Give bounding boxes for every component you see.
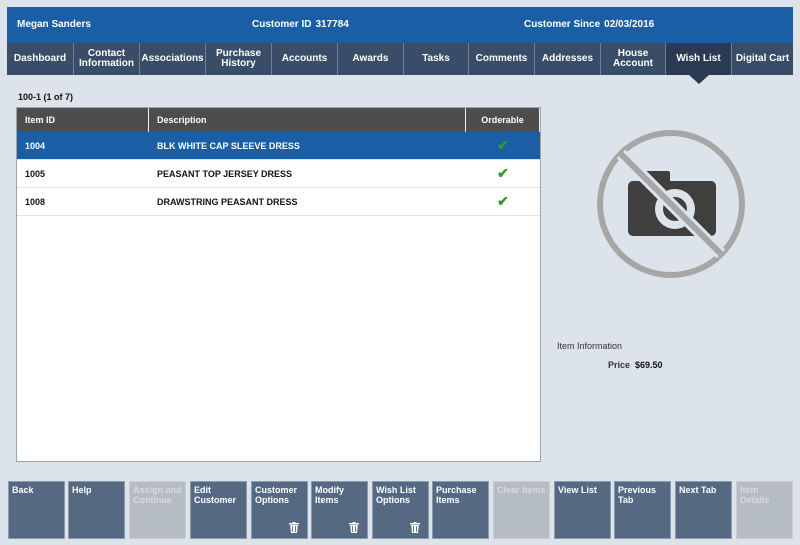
customer-id-label: Customer ID <box>252 19 312 30</box>
customer-id-value: 317784 <box>315 19 349 30</box>
tab-house-account[interactable]: House Account <box>601 43 666 75</box>
table-row[interactable]: 1005 PEASANT TOP JERSEY DRESS ✔ <box>17 160 540 188</box>
next-tab-button[interactable]: Next Tab <box>675 481 732 539</box>
clear-items-button: Clear Items <box>493 481 550 539</box>
wish-list-options-button[interactable]: Wish List Options <box>372 481 429 539</box>
help-button-label: Help <box>72 485 92 495</box>
button-bar: Back Help Assign and Continue Edit Custo… <box>0 475 800 545</box>
view-list-label: View List <box>558 485 597 495</box>
tab-bar: Dashboard Contact Information Associatio… <box>7 43 793 84</box>
trash-icon <box>289 522 299 533</box>
tab-associations[interactable]: Associations <box>140 43 206 75</box>
description-cell: DRAWSTRING PEASANT DRESS <box>157 196 298 207</box>
clear-items-label: Clear Items <box>497 485 546 495</box>
column-header-item-id: Item ID <box>17 108 149 132</box>
trash-icon <box>349 522 359 533</box>
tab-wish-list[interactable]: Wish List <box>666 43 732 84</box>
price-value: $69.50 <box>635 360 663 370</box>
description-cell: PEASANT TOP JERSEY DRESS <box>157 168 293 179</box>
next-tab-label: Next Tab <box>679 485 717 495</box>
item-id-cell: 1008 <box>25 196 46 207</box>
customer-header: Megan Sanders Customer ID 317784 Customer… <box>7 7 793 43</box>
check-icon: ✔ <box>497 165 509 181</box>
modify-items-button[interactable]: Modify Items <box>311 481 368 539</box>
customer-since: Customer Since 02/03/2016 <box>524 19 654 30</box>
price-label: Price <box>608 360 631 370</box>
table-header: Item ID Description Orderable <box>17 108 540 132</box>
purchase-items-button[interactable]: Purchase Items <box>432 481 489 539</box>
tab-addresses[interactable]: Addresses <box>535 43 601 75</box>
item-details-button: Item Details <box>736 481 793 539</box>
wish-list-table: Item ID Description Orderable 1004 BLK W… <box>16 107 541 462</box>
customer-id: Customer ID 317784 <box>252 19 349 30</box>
column-header-description: Description <box>149 108 466 132</box>
item-details-label: Item Details <box>740 485 770 505</box>
purchase-items-label: Purchase Items <box>436 485 477 505</box>
tab-purchase-history[interactable]: Purchase History <box>206 43 272 75</box>
view-list-button[interactable]: View List <box>554 481 611 539</box>
check-icon: ✔ <box>497 137 509 153</box>
item-information-title: Item Information <box>557 341 623 351</box>
table-row[interactable]: 1004 BLK WHITE CAP SLEEVE DRESS ✔ <box>17 132 540 160</box>
help-button[interactable]: Help <box>68 481 125 539</box>
description-cell: BLK WHITE CAP SLEEVE DRESS <box>157 140 300 151</box>
assign-and-continue-button: Assign and Continue <box>129 481 186 539</box>
table-row[interactable]: 1008 DRAWSTRING PEASANT DRESS ✔ <box>17 188 540 216</box>
wish-list-options-label: Wish List Options <box>376 485 416 505</box>
item-id-cell: 1005 <box>25 168 46 179</box>
previous-tab-button[interactable]: Previous Tab <box>614 481 671 539</box>
no-image-camera-icon <box>597 130 745 278</box>
modify-items-label: Modify Items <box>315 485 344 505</box>
customer-name: Megan Sanders <box>17 19 91 30</box>
tab-awards[interactable]: Awards <box>338 43 404 75</box>
back-button-label: Back <box>12 485 34 495</box>
column-header-orderable: Orderable <box>466 108 540 132</box>
tab-digital-cart[interactable]: Digital Cart <box>732 43 793 75</box>
trash-icon <box>410 522 420 533</box>
previous-tab-label: Previous Tab <box>618 485 657 505</box>
assign-and-continue-label: Assign and Continue <box>133 485 182 505</box>
customer-options-label: Customer Options <box>255 485 298 505</box>
customer-since-label: Customer Since <box>524 19 601 30</box>
check-icon: ✔ <box>497 193 509 209</box>
edit-customer-label: Edit Customer <box>194 485 237 505</box>
tab-dashboard[interactable]: Dashboard <box>7 43 74 75</box>
customer-options-button[interactable]: Customer Options <box>251 481 308 539</box>
back-button[interactable]: Back <box>8 481 65 539</box>
page-indicator: 100-1 (1 of 7) <box>18 92 74 102</box>
tab-tasks[interactable]: Tasks <box>404 43 469 75</box>
customer-since-value: 02/03/2016 <box>604 19 655 30</box>
item-id-cell: 1004 <box>25 140 46 151</box>
tab-accounts[interactable]: Accounts <box>272 43 338 75</box>
edit-customer-button[interactable]: Edit Customer <box>190 481 247 539</box>
tab-contact-information[interactable]: Contact Information <box>74 43 140 75</box>
tab-comments[interactable]: Comments <box>469 43 535 75</box>
